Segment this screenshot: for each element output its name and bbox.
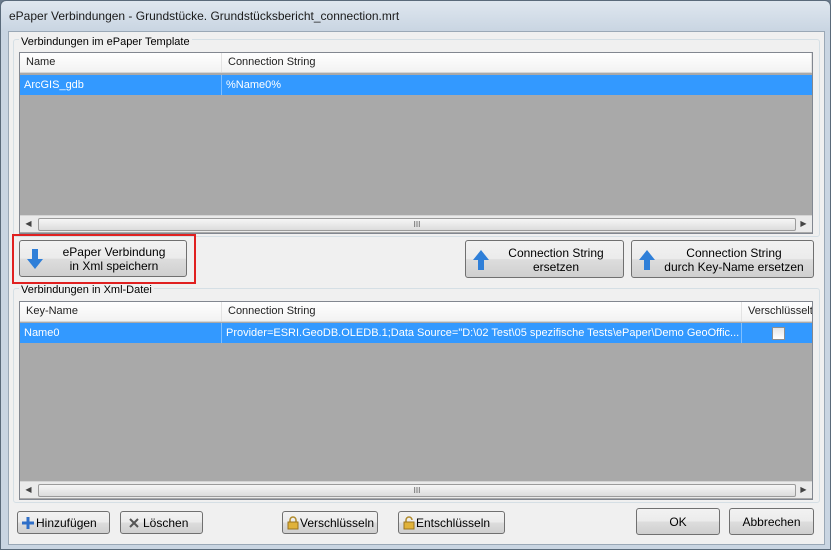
cell-connection-string[interactable]: %Name0% — [222, 75, 812, 95]
column-header-connection-string[interactable]: Connection String — [222, 302, 742, 321]
delete-button[interactable]: Löschen — [120, 511, 203, 534]
xml-grid-hscrollbar[interactable]: ◀ III ▶ — [20, 481, 812, 498]
template-grid-hscrollbar[interactable]: ◀ III ▶ — [20, 215, 812, 232]
template-grid-header: Name Connection String — [20, 53, 812, 73]
cell-name[interactable]: ArcGIS_gdb — [20, 75, 222, 95]
template-connections-grid[interactable]: Name Connection String ArcGIS_gdb %Name0… — [19, 52, 813, 234]
delete-button-label: Löschen — [143, 516, 189, 530]
delete-x-icon — [129, 518, 139, 528]
save-connection-xml-button[interactable]: ePaper Verbindung in Xml speichern — [19, 240, 187, 277]
lock-icon — [287, 516, 299, 530]
scroll-left-arrow[interactable]: ◀ — [20, 216, 37, 232]
table-row[interactable]: ArcGIS_gdb %Name0% — [20, 75, 812, 95]
arrow-up-icon — [639, 250, 655, 270]
decrypt-button-label: Entschlüsseln — [416, 516, 491, 530]
encrypt-button[interactable]: Verschlüsseln — [282, 511, 378, 534]
decrypt-button[interactable]: Entschlüsseln — [398, 511, 505, 534]
scroll-thumb[interactable]: III — [38, 484, 796, 497]
title-bar[interactable]: ePaper Verbindungen - Grundstücke. Grund… — [1, 1, 830, 31]
ok-button[interactable]: OK — [636, 508, 720, 535]
unlock-icon — [403, 516, 415, 530]
xml-connections-grid[interactable]: Key-Name Connection String Verschlüsselt… — [19, 301, 813, 500]
arrow-up-icon — [473, 250, 489, 270]
plus-icon — [22, 517, 34, 529]
cell-encrypted[interactable] — [742, 323, 812, 343]
table-row[interactable]: Name0 Provider=ESRI.GeoDB.OLEDB.1;Data S… — [20, 323, 812, 343]
scroll-left-arrow[interactable]: ◀ — [20, 482, 37, 498]
add-button-label: Hinzufügen — [36, 516, 97, 530]
encrypted-checkbox[interactable] — [772, 327, 785, 340]
column-header-name[interactable]: Name — [20, 53, 222, 72]
replace-connection-string-button[interactable]: Connection String ersetzen — [465, 240, 624, 278]
scroll-thumb[interactable]: III — [38, 218, 796, 231]
column-header-encrypted[interactable]: Verschlüsselt — [742, 302, 812, 321]
scroll-right-arrow[interactable]: ▶ — [795, 482, 812, 498]
cancel-button[interactable]: Abbrechen — [729, 508, 814, 535]
arrow-down-icon — [27, 249, 43, 269]
xml-grid-header: Key-Name Connection String Verschlüsselt — [20, 302, 812, 322]
ok-button-label: OK — [669, 515, 687, 529]
replace-button-line1: Connection String — [508, 246, 604, 260]
cell-connection-string[interactable]: Provider=ESRI.GeoDB.OLEDB.1;Data Source=… — [222, 323, 742, 343]
save-button-line2: in Xml speichern — [69, 259, 159, 273]
window-title: ePaper Verbindungen - Grundstücke. Grund… — [9, 9, 400, 23]
cancel-button-label: Abbrechen — [742, 515, 801, 529]
add-button[interactable]: Hinzufügen — [17, 511, 110, 534]
scroll-right-arrow[interactable]: ▶ — [795, 216, 812, 232]
xml-group-label: Verbindungen in Xml-Datei — [19, 284, 154, 296]
replace-key-button-line1: Connection String — [686, 246, 782, 260]
dialog-window: ePaper Verbindungen - Grundstücke. Grund… — [0, 0, 831, 550]
replace-by-key-name-button[interactable]: Connection String durch Key-Name ersetze… — [631, 240, 814, 278]
replace-button-line2: ersetzen — [532, 260, 580, 274]
cell-key-name[interactable]: Name0 — [20, 323, 222, 343]
column-header-key-name[interactable]: Key-Name — [20, 302, 222, 321]
save-button-line1: ePaper Verbindung — [62, 245, 166, 259]
replace-key-button-line2: durch Key-Name ersetzen — [664, 260, 804, 274]
column-header-connection-string[interactable]: Connection String — [222, 53, 812, 72]
template-group-label: Verbindungen im ePaper Template — [19, 36, 192, 48]
dialog-client-area: Verbindungen im ePaper Template Name Con… — [8, 31, 825, 545]
encrypt-button-label: Verschlüsseln — [300, 516, 375, 530]
